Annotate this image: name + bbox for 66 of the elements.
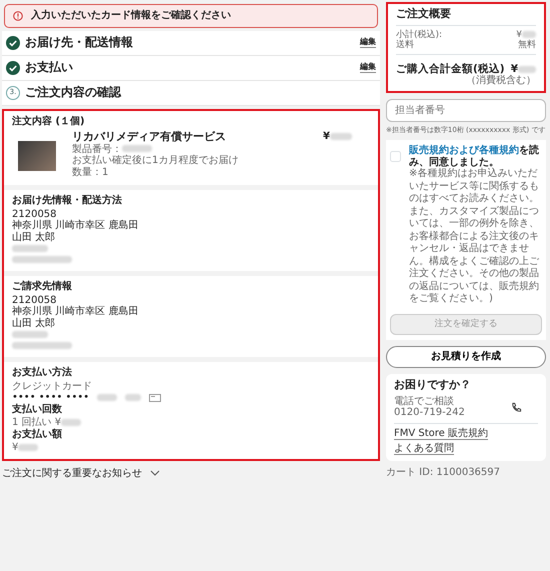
payment-method: クレジットカード — [12, 380, 93, 392]
quantity-text: 数量：1 — [72, 166, 110, 178]
total-value: ¥ — [510, 63, 518, 76]
phone-icon — [511, 402, 522, 413]
product-number-label: 製品番号： — [72, 144, 122, 155]
quote-button[interactable]: お見積りを作成 — [386, 346, 546, 368]
terms-checkbox[interactable] — [390, 151, 401, 162]
card-number-mask: •••• •••• •••• — [12, 392, 90, 404]
redacted-block — [518, 66, 536, 73]
payment-subtitle: お支払い額 — [12, 428, 63, 440]
price-text: ¥ — [323, 131, 330, 142]
check-circle-icon — [6, 60, 20, 74]
total-label: ご購入合計金額(税込) — [396, 63, 505, 76]
redacted-block — [125, 394, 142, 402]
section-title: お届け先情報・配送方法 — [12, 195, 123, 207]
phone-label: 電話でご相談 — [394, 396, 455, 408]
redacted-block — [12, 330, 48, 338]
alert-text: 入力いただいたカード情報をご確認ください — [31, 10, 231, 22]
summary-label: 送料 — [396, 40, 414, 50]
check-circle-icon — [6, 36, 20, 50]
photo-placeholder — [18, 141, 56, 171]
payment-subtitle: 支払い回数 — [12, 404, 63, 416]
step-title: お届け先・配送情報 — [25, 36, 134, 50]
summary-value: 無料 — [518, 40, 536, 50]
summary-value: ¥ — [516, 30, 522, 40]
redacted-block — [18, 444, 38, 451]
redacted-block — [12, 342, 72, 350]
warning-icon — [13, 10, 23, 21]
phone-number: 0120-719-242 — [394, 407, 465, 419]
edit-link[interactable]: 編集 — [360, 37, 376, 48]
address-line: 神奈川県 川崎市幸区 鹿島田 — [12, 220, 140, 232]
address-line: 2120058 — [12, 294, 57, 306]
help-link[interactable]: よくある質問 — [394, 443, 454, 456]
redacted-block — [122, 145, 152, 152]
address-line: 神奈川県 川崎市幸区 鹿島田 — [12, 306, 140, 318]
summary-title: ご注文概要 — [396, 8, 536, 26]
delivery-note: お支払い確定後に1カ月程度でお届け — [72, 155, 240, 167]
help-title: お困りですか？ — [394, 378, 472, 392]
product-name: リカバリメディア有償サービス — [72, 131, 227, 144]
tax-note: （消費税含む） — [465, 75, 536, 87]
redacted-block — [12, 244, 48, 252]
redacted-block — [330, 132, 352, 140]
section-title: ご請求先情報 — [12, 281, 73, 293]
address-line: 山田 太郎 — [12, 318, 56, 330]
agreement-text: 販売規約および各種規約を読み、同意しました。 — [409, 145, 540, 168]
section-title: お支払い方法 — [12, 367, 73, 379]
step-title: ご注文内容の確認 — [25, 86, 122, 100]
installments-text: 1 回払い ¥ — [12, 417, 62, 428]
notice-toggle[interactable]: ご注文に関する重要なお知らせ — [2, 464, 380, 480]
edit-link[interactable]: 編集 — [360, 62, 376, 73]
summary-label: 小計(税込): — [396, 30, 442, 40]
redacted-block — [61, 418, 82, 426]
step-title: お支払い — [25, 60, 74, 74]
address-line: 山田 太郎 — [12, 232, 56, 244]
redacted-block — [522, 30, 536, 38]
help-link[interactable]: FMV Store 販売規約 — [394, 428, 488, 440]
redacted-block — [12, 256, 72, 264]
staff-number-field[interactable]: 担当者番号 — [386, 98, 546, 122]
card-icon — [149, 394, 162, 402]
section-title: 注文内容 (１個) — [12, 116, 86, 127]
terms-note: ※各種規約はお申込みいただいたサービス等に関係するものはすべてお読みください。また、カスタマイズ製品については、一部の例外を除き、お客様都合による注文後のキャンセル・返品はできません。構成をよくご確認の上ご注文ください。その他の製品の返品については、販売規約をご覧ください。) — [409, 168, 540, 306]
redacted-block — [97, 394, 118, 402]
amount-text: ¥ — [12, 442, 18, 454]
terms-link[interactable]: 販売規約および各種規約 — [409, 145, 519, 156]
cart-id: カート ID: 1100036597 — [386, 466, 501, 478]
address-line: 2120058 — [12, 208, 57, 220]
